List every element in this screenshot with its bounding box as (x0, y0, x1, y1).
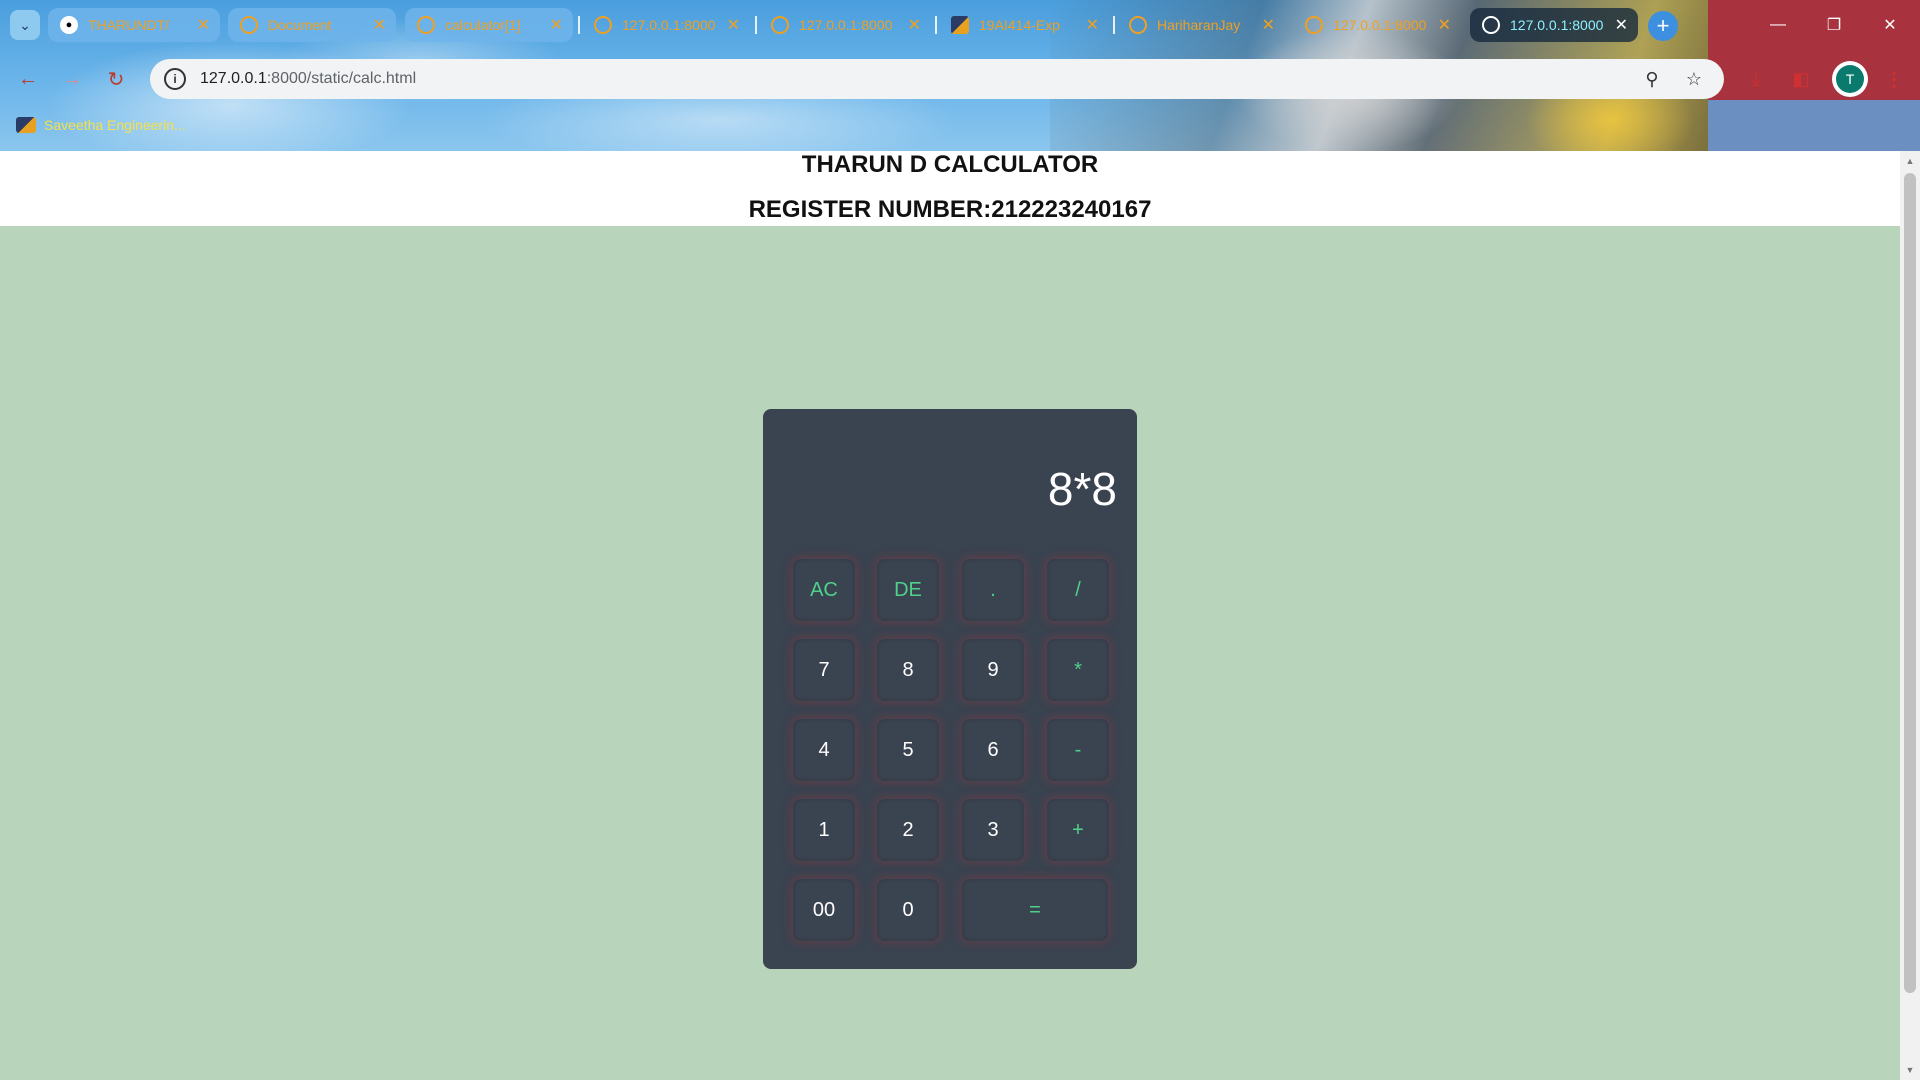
saveetha-icon (16, 117, 36, 133)
ac-button[interactable]: AC (793, 559, 855, 621)
globe-icon (1129, 16, 1147, 34)
forward-button[interactable]: → (56, 63, 88, 95)
zoom-icon[interactable]: ⚲ (1640, 67, 1664, 91)
minimize-icon: — (1770, 16, 1786, 33)
bookmarks-bar: Saveetha Engineerin... (0, 112, 186, 138)
close-icon[interactable]: ✕ (550, 15, 563, 35)
digit-1-button[interactable]: 1 (793, 799, 855, 861)
digit-4-button[interactable]: 4 (793, 719, 855, 781)
register-number: REGISTER NUMBER:212223240167 (748, 196, 1152, 223)
scrollbar-thumb[interactable] (1904, 173, 1916, 993)
tab-1[interactable]: ● THARUNDT/ ✕ (48, 8, 220, 42)
download-icon[interactable]: ⤓ (1740, 63, 1772, 95)
close-icon[interactable]: ✕ (1615, 15, 1628, 35)
profile-avatar[interactable]: T (1832, 61, 1868, 97)
digit-5-button[interactable]: 5 (877, 719, 939, 781)
digit-0-button[interactable]: 0 (877, 879, 939, 941)
digit-8-button[interactable]: 8 (877, 639, 939, 701)
multiply-button[interactable]: * (1047, 639, 1109, 701)
scroll-up-icon[interactable]: ▲ (1900, 153, 1920, 169)
menu-icon[interactable]: ⋮ (1880, 63, 1908, 95)
info-icon[interactable]: i (164, 68, 186, 90)
github-icon: ● (60, 16, 78, 34)
url-text: 127.0.0.1:8000/static/calc.html (200, 70, 417, 87)
digit-2-button[interactable]: 2 (877, 799, 939, 861)
tab-5[interactable]: 127.0.0.1:8000 ✕ (759, 8, 931, 42)
close-icon: ✕ (1883, 17, 1897, 34)
equals-button[interactable]: = (962, 879, 1108, 941)
close-icon[interactable]: ✕ (727, 15, 740, 35)
minimize-button[interactable]: — (1750, 0, 1806, 50)
decimal-button[interactable]: . (962, 559, 1024, 621)
plus-icon: + (1656, 13, 1670, 38)
chevron-down-icon: ⌄ (19, 16, 31, 33)
arrow-right-icon: → (62, 67, 82, 90)
reload-button[interactable]: ↻ (100, 63, 132, 95)
address-bar[interactable]: i 127.0.0.1:8000/static/calc.html ⚲ ☆ (150, 59, 1724, 99)
side-panel-icon[interactable]: ◧ (1785, 63, 1817, 95)
tab-8[interactable]: 127.0.0.1:8000 ✕ (1293, 8, 1461, 42)
globe-icon (240, 16, 258, 34)
browser-chrome: ⌄ ● THARUNDT/ ✕ Document ✕ calculator[1]… (0, 0, 1920, 151)
saveetha-icon (951, 16, 969, 34)
delete-button[interactable]: DE (877, 559, 939, 621)
close-icon[interactable]: ✕ (197, 15, 210, 35)
digit-9-button[interactable]: 9 (962, 639, 1024, 701)
bookmark-saveetha[interactable]: Saveetha Engineerin... (44, 117, 186, 133)
vertical-scrollbar[interactable]: ▲ ▼ (1900, 151, 1920, 1080)
scroll-down-icon[interactable]: ▼ (1900, 1062, 1920, 1078)
new-tab-button[interactable]: + (1648, 11, 1678, 41)
calculator-display: 8*8 (1047, 463, 1117, 515)
page-content: THARUN D CALCULATOR REGISTER NUMBER:2122… (0, 151, 1900, 1080)
globe-icon (771, 16, 789, 34)
calculator: 8*8 AC DE . / 7 8 9 * 4 5 6 - 1 2 3 + 00… (763, 409, 1137, 969)
globe-icon (594, 16, 612, 34)
close-icon[interactable]: ✕ (1086, 15, 1099, 35)
tab-9-active[interactable]: 127.0.0.1:8000 ✕ (1470, 8, 1638, 42)
globe-icon (1305, 16, 1323, 34)
globe-icon (417, 16, 435, 34)
close-icon[interactable]: ✕ (1262, 15, 1275, 35)
tab-strip: ⌄ ● THARUNDT/ ✕ Document ✕ calculator[1]… (0, 0, 1920, 50)
add-button[interactable]: + (1047, 799, 1109, 861)
page-title: THARUN D CALCULATOR (801, 151, 1099, 178)
double-zero-button[interactable]: 00 (793, 879, 855, 941)
reload-icon: ↻ (107, 68, 125, 91)
close-icon[interactable]: ✕ (908, 15, 921, 35)
restore-icon: ❐ (1826, 17, 1842, 34)
tab-7[interactable]: HariharanJay ✕ (1117, 8, 1285, 42)
globe-icon (1482, 16, 1500, 34)
restore-button[interactable]: ❐ (1806, 0, 1862, 50)
digit-7-button[interactable]: 7 (793, 639, 855, 701)
digit-3-button[interactable]: 3 (962, 799, 1024, 861)
subtract-button[interactable]: - (1047, 719, 1109, 781)
divide-button[interactable]: / (1047, 559, 1109, 621)
close-icon[interactable]: ✕ (1438, 15, 1451, 35)
tab-4[interactable]: 127.0.0.1:8000 ✕ (582, 8, 750, 42)
page-header: THARUN D CALCULATOR REGISTER NUMBER:2122… (0, 151, 1900, 226)
tab-2[interactable]: Document ✕ (228, 8, 396, 42)
toolbar: ← → ↻ i 127.0.0.1:8000/static/calc.html … (0, 56, 1920, 102)
back-button[interactable]: ← (12, 63, 44, 95)
digit-6-button[interactable]: 6 (962, 719, 1024, 781)
arrow-left-icon: ← (18, 67, 38, 90)
star-icon[interactable]: ☆ (1682, 67, 1706, 91)
tab-3[interactable]: calculator[1] ✕ (405, 8, 573, 42)
close-window-button[interactable]: ✕ (1862, 0, 1918, 50)
close-icon[interactable]: ✕ (373, 15, 386, 35)
tab-search-button[interactable]: ⌄ (10, 10, 40, 40)
tab-6[interactable]: 19AI414-Exp ✕ (939, 8, 1109, 42)
